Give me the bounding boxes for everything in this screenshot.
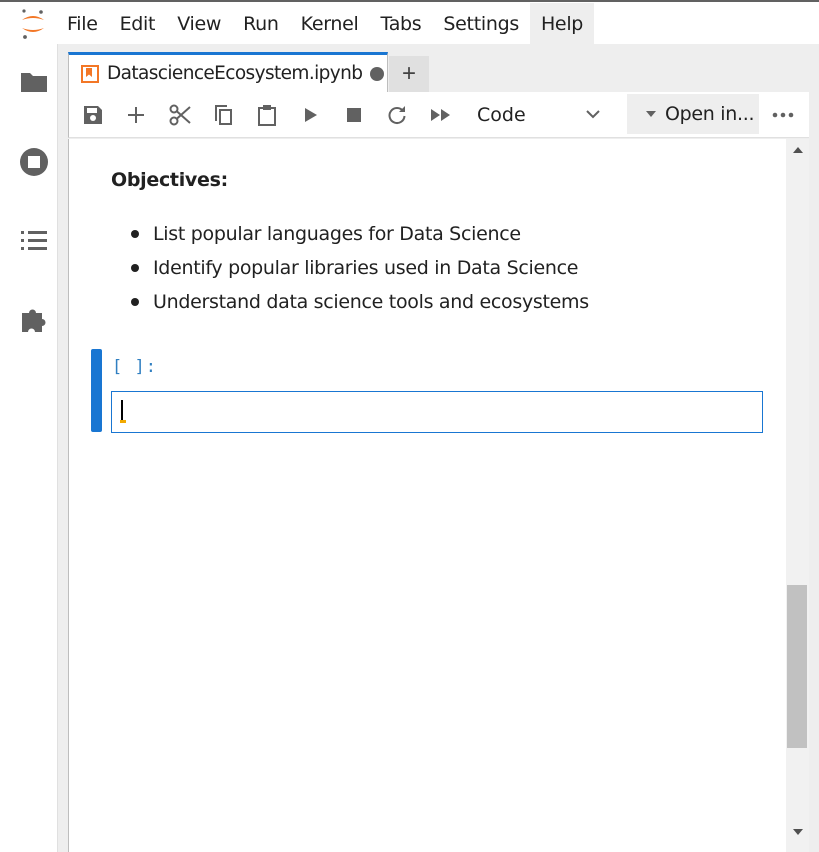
caret-down-icon [646,111,656,117]
left-sidebar [10,44,58,852]
save-icon[interactable] [73,92,113,138]
code-cell[interactable]: [ ]: [91,349,763,433]
notebook-file-icon [81,64,99,83]
text-caret [121,400,123,422]
menu-run[interactable]: Run [232,3,290,44]
jupyterlab-window: File Edit View Run Kernel Tabs Settings … [0,0,819,852]
menu-file[interactable]: File [56,3,109,44]
open-in-button[interactable]: Open in... [627,94,759,134]
cell-type-label: Code [477,104,526,126]
copy-icon[interactable] [203,92,243,138]
cut-icon[interactable] [160,92,200,138]
code-editor-input[interactable] [111,391,763,433]
fast-forward-icon[interactable] [421,92,461,138]
objectives-heading: Objectives: [111,169,228,191]
stop-icon[interactable] [334,92,374,138]
paste-icon[interactable] [247,92,287,138]
list-item: Identify popular libraries used in Data … [111,251,771,285]
table-of-contents-icon[interactable] [10,217,58,265]
vertical-scrollbar[interactable] [786,139,809,852]
list-item-text: List popular languages for Data Science [153,223,521,245]
notebook-toolbar: Code Open in... [68,92,809,138]
window-top-border [0,0,819,2]
jupyter-logo-icon [10,3,56,44]
insert-cell-icon[interactable] [116,92,156,138]
more-options-icon[interactable] [763,92,803,138]
list-item-text: Identify popular libraries used in Data … [153,257,579,279]
run-icon[interactable] [291,92,331,138]
extension-puzzle-icon[interactable] [10,296,58,344]
list-item: List popular languages for Data Science [111,217,771,251]
bullet-icon [131,264,139,272]
folder-icon[interactable] [10,58,58,106]
menu-settings[interactable]: Settings [432,3,530,44]
notebook-panel: Objectives: List popular languages for D… [68,139,809,852]
caret-marker [120,420,126,423]
menu-help[interactable]: Help [529,3,595,44]
open-in-label: Open in... [665,103,755,125]
tab-notebook[interactable]: DatascienceEcosystem.ipynb [68,52,388,92]
list-item: Understand data science tools and ecosys… [111,285,771,319]
scroll-up-arrow-icon[interactable] [786,145,809,161]
running-stop-icon[interactable] [10,138,58,186]
input-prompt: [ ]: [112,357,157,377]
list-item-text: Understand data science tools and ecosys… [153,291,589,313]
objectives-list: List popular languages for Data Science … [111,217,771,319]
bullet-icon [131,298,139,306]
cell-type-select[interactable]: Code [477,98,605,132]
chevron-down-icon [585,106,601,127]
menu-edit[interactable]: Edit [109,3,167,44]
menu-tabs[interactable]: Tabs [370,3,433,44]
restart-icon[interactable] [377,92,417,138]
tab-bar: DatascienceEcosystem.ipynb + [68,52,819,92]
menu-bar: File Edit View Run Kernel Tabs Settings … [10,3,819,44]
markdown-cell[interactable]: Objectives: List popular languages for D… [111,169,771,319]
scrollbar-thumb[interactable] [787,585,807,748]
menu-view[interactable]: View [166,3,232,44]
active-cell-indicator[interactable] [91,349,102,432]
scroll-down-arrow-icon[interactable] [786,827,809,843]
bullet-icon [131,230,139,238]
new-tab-button[interactable]: + [389,56,429,92]
menu-kernel[interactable]: Kernel [290,3,370,44]
unsaved-dot-icon[interactable] [370,66,385,81]
tab-label: DatascienceEcosystem.ipynb [107,63,363,84]
